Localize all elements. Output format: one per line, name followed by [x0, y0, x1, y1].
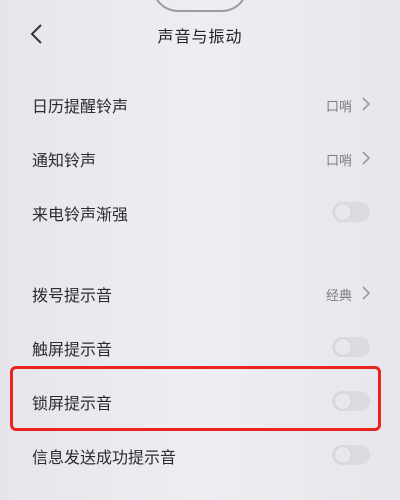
toggle-switch[interactable]: [332, 337, 370, 357]
setting-row-incoming-ring-crescendo: 来电铃声渐强: [0, 185, 400, 239]
setting-value: 经典: [325, 289, 352, 304]
setting-value: 口哨: [325, 100, 352, 115]
toggle-switch[interactable]: [332, 202, 370, 222]
setting-label: 触屏提示音: [32, 340, 113, 359]
chevron-right-icon: [360, 149, 372, 167]
toggle-knob: [335, 339, 351, 355]
setting-label: 信息发送成功提示音: [32, 448, 177, 467]
setting-row-notification-ringtone[interactable]: 通知铃声 口哨: [0, 131, 400, 185]
setting-row-message-sent-tone: 信息发送成功提示音: [0, 428, 400, 482]
toggle-knob: [335, 447, 351, 463]
chevron-right-icon: [360, 284, 372, 302]
chevron-right-icon: [360, 95, 372, 113]
setting-row-calendar-ringtone[interactable]: 日历提醒铃声 口哨: [0, 77, 400, 131]
page-title: 声音与振动: [157, 27, 243, 46]
header: 声音与振动: [0, 14, 400, 54]
setting-label: 通知铃声: [32, 151, 97, 170]
highlight-box: [10, 366, 381, 431]
toggle-switch[interactable]: [332, 445, 370, 465]
camera-notch: [152, 0, 248, 12]
setting-label: 来电铃声渐强: [32, 205, 129, 224]
setting-value: 口哨: [325, 154, 352, 169]
toggle-knob: [335, 204, 351, 220]
setting-row-dial-tone[interactable]: 拨号提示音 经典: [0, 266, 400, 320]
setting-label: 拨号提示音: [32, 286, 113, 305]
setting-label: 日历提醒铃声: [32, 97, 129, 116]
sound-vibration-screen: 声音与振动 日历提醒铃声 口哨 通知铃声 口哨 来电铃声渐强 拨号提示音 经典 …: [0, 0, 400, 500]
